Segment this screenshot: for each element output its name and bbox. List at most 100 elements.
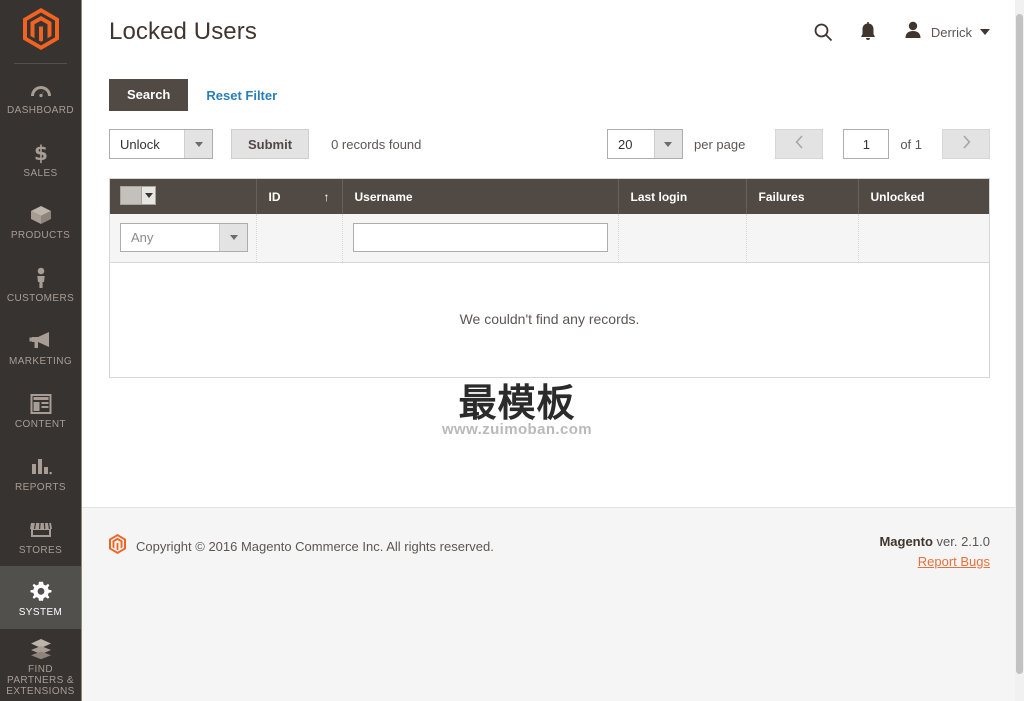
sidebar-item-label: MARKETING (8, 356, 73, 368)
sidebar-item-label: PRODUCTS (10, 230, 71, 242)
chevron-down-icon (980, 29, 990, 35)
megaphone-icon (29, 330, 53, 352)
pagination: 20 per page of 1 (606, 129, 990, 159)
sidebar-item-find-partners-extensions[interactable]: FIND PARTNERS & EXTENSIONS (0, 629, 81, 701)
sidebar-item-label: FIND PARTNERS & EXTENSIONS (6, 663, 75, 697)
gear-icon (30, 581, 52, 603)
filter-cell-username (342, 214, 619, 263)
admin-page: DASHBOARD $ SALES PRODUCTS CUSTOMERS MAR… (0, 0, 1024, 701)
checkbox-dropdown-icon[interactable] (120, 185, 156, 205)
massaction-select-value: Unlock (120, 136, 160, 152)
massaction-select[interactable]: Unlock (109, 129, 213, 159)
header-actions: Derrick (813, 21, 990, 44)
chevron-down-icon (653, 130, 682, 158)
sidebar-logo[interactable] (0, 0, 81, 64)
sidebar-item-label: STORES (18, 544, 63, 556)
vertical-scrollbar[interactable] (1015, 0, 1024, 701)
version-info: Magento ver. 2.1.0 (879, 534, 990, 549)
scrollbar-thumb[interactable] (1016, 14, 1023, 674)
total-pages-label: of 1 (900, 136, 922, 152)
bar-chart-icon (30, 456, 52, 478)
footer-left: Copyright © 2016 Magento Commerce Inc. A… (109, 534, 494, 559)
bell-icon[interactable] (859, 22, 877, 42)
sidebar-item-customers[interactable]: CUSTOMERS (0, 252, 81, 315)
dashboard-icon (29, 79, 53, 101)
version-number: ver. 2.1.0 (932, 534, 990, 550)
page-title: Locked Users (109, 18, 257, 45)
layout-icon (30, 393, 52, 415)
column-header-failures[interactable]: Failures (746, 179, 859, 214)
username-filter-input[interactable] (352, 223, 608, 253)
sidebar-item-system[interactable]: SYSTEM (0, 566, 81, 630)
column-header-username[interactable]: Username (342, 179, 619, 214)
reset-filter-link[interactable]: Reset Filter (206, 88, 277, 103)
sidebar-item-marketing[interactable]: MARKETING (0, 315, 81, 378)
box-icon (29, 204, 53, 226)
sidebar-item-label: DASHBOARD (7, 104, 74, 116)
filter-cell-unlocked (858, 214, 989, 263)
grid-filter-row: Any (110, 214, 989, 263)
grid-empty-row: We couldn't find any records. (110, 262, 989, 377)
select-filter-dropdown[interactable]: Any (120, 223, 248, 253)
page-content: Search Reset Filter Unlock Submit 0 reco… (82, 64, 1024, 508)
current-page-input[interactable] (843, 129, 890, 159)
column-header-id[interactable]: ID ↑ (256, 179, 343, 214)
svg-text:$: $ (34, 142, 48, 164)
column-header-last-login[interactable]: Last login (618, 179, 747, 214)
sidebar-item-label: REPORTS (15, 481, 66, 493)
main-area: Locked Users Derrick Search Reset Filter… (81, 0, 1024, 701)
storefront-icon (29, 519, 53, 541)
per-page-value: 20 (617, 136, 633, 152)
filter-cell-failures (746, 214, 859, 263)
footer-right: Magento ver. 2.1.0 Report Bugs (879, 534, 990, 571)
filter-cell-id (256, 214, 343, 263)
filter-cell-select: Any (110, 214, 257, 263)
sidebar: DASHBOARD $ SALES PRODUCTS CUSTOMERS MAR… (0, 0, 81, 701)
sidebar-item-label: CUSTOMERS (6, 293, 75, 305)
records-found-label: 0 records found (331, 136, 422, 152)
chevron-right-icon (962, 135, 971, 153)
sidebar-item-reports[interactable]: REPORTS (0, 441, 81, 504)
magento-footer-logo-icon (109, 534, 126, 559)
sidebar-item-content[interactable]: CONTENT (0, 378, 81, 441)
filter-cell-last-login (618, 214, 747, 263)
magento-logo-icon (22, 8, 59, 55)
empty-message: We couldn't find any records. (110, 262, 989, 377)
column-header-select[interactable] (110, 179, 257, 214)
version-brand: Magento (879, 534, 933, 550)
column-label: ID (268, 189, 281, 204)
locked-users-grid: ID ↑ Username Last login Failures Unlock… (109, 178, 990, 378)
chevron-down-icon (184, 130, 212, 158)
grid-table: ID ↑ Username Last login Failures Unlock… (110, 179, 989, 377)
per-page-select[interactable]: 20 (606, 129, 683, 159)
person-icon (33, 267, 49, 289)
column-header-unlocked[interactable]: Unlocked (858, 179, 989, 214)
watermark-text: 最模板 (458, 381, 576, 425)
chevron-down-icon (219, 224, 247, 252)
dollar-icon: $ (32, 142, 50, 164)
watermark: 最模板 www.zuimoban.com (427, 382, 607, 438)
previous-page-button[interactable] (775, 129, 824, 159)
submit-button[interactable]: Submit (231, 129, 310, 159)
filter-actions: Search Reset Filter (109, 64, 990, 111)
sidebar-item-label: SYSTEM (18, 607, 63, 619)
report-bugs-link[interactable]: Report Bugs (918, 554, 990, 569)
column-label: Username (354, 189, 413, 204)
massaction-group: Unlock Submit (109, 129, 310, 159)
grid-toolbar: Unlock Submit 0 records found 20 per pag… (109, 129, 990, 159)
column-label: Unlocked (870, 189, 925, 204)
search-button[interactable]: Search (109, 79, 189, 111)
watermark-url: www.zuimoban.com (441, 421, 593, 438)
column-label: Last login (630, 189, 688, 204)
account-menu[interactable]: Derrick (903, 21, 990, 44)
sidebar-item-sales[interactable]: $ SALES (0, 127, 81, 190)
column-label: Failures (758, 189, 805, 204)
chevron-left-icon (795, 135, 804, 153)
per-page-label: per page (693, 136, 746, 152)
sidebar-item-stores[interactable]: STORES (0, 504, 81, 567)
sidebar-item-products[interactable]: PRODUCTS (0, 189, 81, 252)
sidebar-item-dashboard[interactable]: DASHBOARD (0, 64, 81, 127)
next-page-button[interactable] (942, 129, 990, 159)
page-footer: Copyright © 2016 Magento Commerce Inc. A… (82, 507, 1024, 701)
search-icon[interactable] (813, 22, 833, 42)
